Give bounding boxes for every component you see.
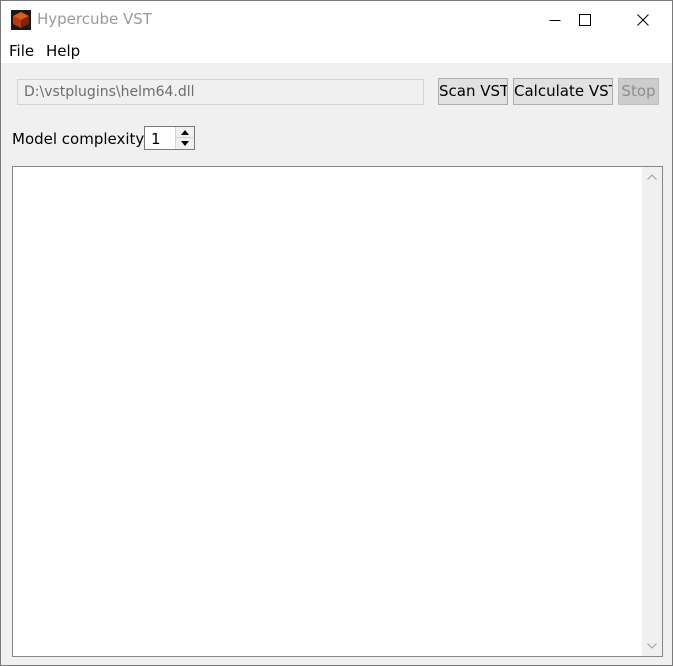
stop-button[interactable]: Stop <box>618 78 659 105</box>
hypercube-app-icon <box>11 10 31 30</box>
model-complexity-label: Model complexity: <box>12 130 149 148</box>
main-window: Hypercube VST File Help D:\vstplugins\he… <box>0 0 673 666</box>
window-title: Hypercube VST <box>37 10 152 28</box>
maximize-button[interactable] <box>557 1 614 39</box>
model-complexity-value[interactable]: 1 <box>151 130 161 148</box>
scroll-down-button[interactable] <box>642 636 662 656</box>
maximize-icon <box>579 14 591 26</box>
title-bar[interactable]: Hypercube VST <box>1 1 672 39</box>
close-button[interactable] <box>615 1 672 39</box>
chevron-down-icon <box>647 643 657 649</box>
calculate-vst-button[interactable]: Calculate VST <box>513 78 613 105</box>
output-textarea[interactable] <box>12 166 663 657</box>
scan-vst-button[interactable]: Scan VST <box>438 78 508 105</box>
vst-path-field[interactable]: D:\vstplugins\helm64.dll <box>17 79 424 105</box>
chevron-up-icon <box>647 174 657 180</box>
triangle-up-icon <box>181 130 189 135</box>
spin-down-button[interactable] <box>175 138 194 149</box>
menu-help[interactable]: Help <box>46 42 80 60</box>
menu-bar: File Help <box>1 39 672 63</box>
triangle-down-icon <box>181 141 189 146</box>
menu-file[interactable]: File <box>9 42 34 60</box>
spin-up-button[interactable] <box>175 127 194 138</box>
model-complexity-spinner[interactable]: 1 <box>144 126 195 150</box>
scroll-up-button[interactable] <box>642 167 662 187</box>
vertical-scrollbar[interactable] <box>642 167 662 656</box>
close-icon <box>637 14 649 26</box>
